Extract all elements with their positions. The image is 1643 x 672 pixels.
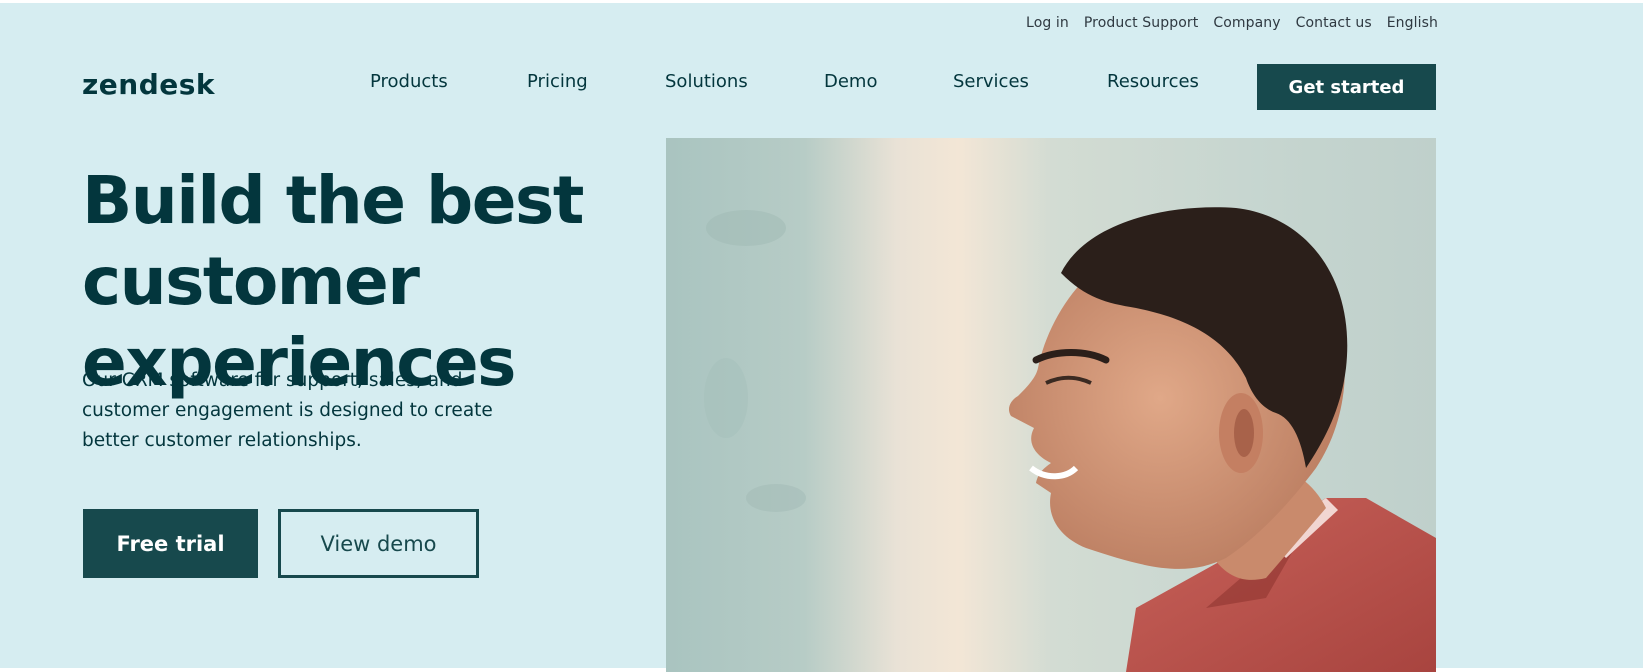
nav-pricing[interactable]: Pricing (527, 71, 588, 92)
login-link[interactable]: Log in (1026, 15, 1069, 31)
subcopy-line-1: Our CRM software for support, sales, and (82, 370, 463, 391)
nav-services[interactable]: Services (953, 71, 1029, 92)
product-support-link[interactable]: Product Support (1084, 15, 1198, 31)
company-link[interactable]: Company (1213, 15, 1280, 31)
nav-products[interactable]: Products (370, 71, 448, 92)
language-selector[interactable]: English (1387, 15, 1438, 31)
nav-solutions[interactable]: Solutions (665, 71, 748, 92)
subcopy-line-3: better customer relationships. (82, 430, 362, 451)
view-demo-button[interactable]: View demo (278, 509, 479, 578)
nav-demo[interactable]: Demo (824, 71, 877, 92)
nav-resources[interactable]: Resources (1107, 71, 1199, 92)
hero-subcopy: Our CRM software for support, sales, and… (82, 366, 512, 456)
free-trial-button[interactable]: Free trial (83, 509, 258, 578)
subcopy-line-2: customer engagement is designed to creat… (82, 400, 493, 421)
utility-nav: Log in Product Support Company Contact u… (1011, 15, 1438, 31)
page: Log in Product Support Company Contact u… (0, 0, 1643, 672)
get-started-button[interactable]: Get started (1257, 64, 1436, 110)
contact-us-link[interactable]: Contact us (1296, 15, 1372, 31)
headline-line-1: Build the best customer (82, 162, 584, 320)
